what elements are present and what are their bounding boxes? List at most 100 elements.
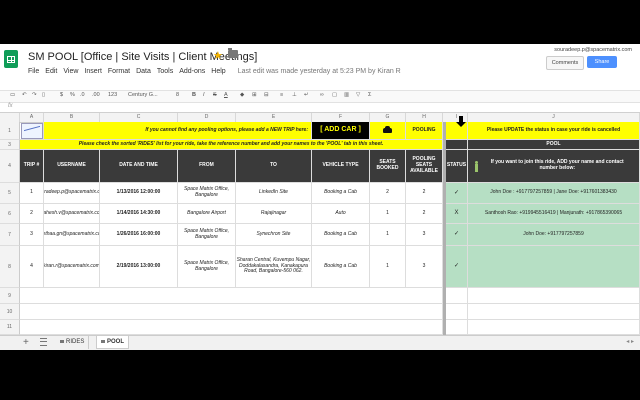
table-cell-trip[interactable]: 2	[20, 204, 44, 224]
merge-icon[interactable]: ⊟	[264, 92, 269, 98]
sheet-grid[interactable]: A B C D E F G H I J 1 If you cannot find…	[0, 113, 640, 335]
empty-pool-cell[interactable]	[468, 288, 640, 304]
select-all-corner[interactable]	[0, 113, 20, 122]
table-cell-from[interactable]: Bangalore Airport	[178, 204, 236, 224]
table-cell-trip[interactable]: 1	[20, 183, 44, 204]
status-dropdown[interactable]: ✓	[446, 224, 468, 246]
table-cell-to[interactable]: Sharan Central, Kuvempu Nagar, Doddakala…	[236, 246, 312, 288]
table-cell-datetime[interactable]: 2/19/2016 13:00:00	[100, 246, 178, 288]
table-cell-available[interactable]: 2	[406, 183, 443, 204]
table-cell-datetime[interactable]: 1/13/2016 12:00:00	[100, 183, 178, 204]
tab-pool[interactable]: POOL	[96, 336, 130, 349]
header-seats-available[interactable]: POOLING SEATS AVAILABLE	[406, 150, 443, 183]
table-cell-username[interactable]: reethaa.gn@spacematrix.com	[44, 224, 100, 246]
header-trip[interactable]: TRIP #	[20, 150, 44, 183]
empty-row[interactable]	[20, 320, 443, 335]
decrease-decimals-button[interactable]: .0	[80, 92, 85, 98]
comment-icon[interactable]: ▢	[332, 92, 337, 98]
menu-data[interactable]: Data	[136, 68, 151, 75]
star-icon[interactable]: ★	[213, 49, 223, 62]
pool-members-cell[interactable]: John Doe : +917797257859 | Jane Doe: +91…	[468, 183, 640, 204]
pool-members-cell[interactable]: Santhosh Rao: +919945516419 | Manjunath:…	[468, 204, 640, 224]
table-cell-booked[interactable]: 2	[370, 183, 406, 204]
folder-icon[interactable]	[228, 48, 238, 58]
share-button[interactable]: Share	[587, 56, 617, 68]
formula-bar[interactable]: fx	[0, 103, 640, 113]
frozen-column-divider[interactable]	[443, 122, 446, 335]
row-header-11[interactable]: 11	[0, 320, 20, 335]
filter-icon[interactable]: ▽	[356, 92, 360, 98]
header-username[interactable]: USERNAME	[44, 150, 100, 183]
percent-button[interactable]: %	[70, 92, 75, 98]
table-cell-vehicle[interactable]: Booking a Cab	[312, 224, 370, 246]
comments-button[interactable]: Comments	[546, 56, 584, 70]
menu-view[interactable]: View	[63, 68, 78, 75]
row-header-9[interactable]: 9	[0, 288, 20, 304]
scroll-tabs-icon[interactable]: ◂ ▸	[626, 338, 634, 345]
italic-button[interactable]: I	[203, 92, 205, 98]
column-header-e[interactable]: E	[236, 113, 312, 122]
column-header-g[interactable]: G	[370, 113, 406, 122]
table-cell-from[interactable]: Space Matrix Office, Bangalore	[178, 246, 236, 288]
table-cell-to[interactable]: Synechron Site	[236, 224, 312, 246]
row-header-1[interactable]: 1	[0, 122, 20, 140]
table-cell-available[interactable]: 2	[406, 204, 443, 224]
list-sheets-icon[interactable]	[40, 338, 47, 346]
strikethrough-button[interactable]: S	[213, 92, 217, 98]
menu-help[interactable]: Help	[211, 68, 225, 75]
table-cell-available[interactable]: 3	[406, 224, 443, 246]
table-cell-available[interactable]: 3	[406, 246, 443, 288]
table-cell-vehicle[interactable]: Booking a Cab	[312, 183, 370, 204]
user-email[interactable]: souradeep.p@spacematrix.com	[554, 47, 632, 53]
add-car-link[interactable]: [ ADD CAR ]	[312, 122, 370, 140]
column-header-h[interactable]: H	[406, 113, 443, 122]
header-seats-booked[interactable]: SEATS BOOKED	[370, 150, 406, 183]
table-cell-username[interactable]: kiran.r@spacematrix.com	[44, 246, 100, 288]
table-cell-booked[interactable]: 1	[370, 224, 406, 246]
menu-file[interactable]: File	[28, 68, 39, 75]
undo-icon[interactable]: ↶	[22, 92, 27, 98]
text-color-button[interactable]: A	[224, 92, 228, 98]
print-icon[interactable]: ▭	[10, 92, 15, 98]
row-header-6[interactable]: 6	[0, 204, 20, 224]
font-select[interactable]: Century G...	[128, 92, 158, 98]
table-cell-booked[interactable]: 1	[370, 246, 406, 288]
align-icon[interactable]: ≡	[280, 92, 283, 98]
row-header-4[interactable]: 4	[0, 150, 20, 183]
column-header-a[interactable]: A	[20, 113, 44, 122]
tab-rides[interactable]: RIDES	[56, 336, 90, 349]
empty-status-cell[interactable]	[446, 288, 468, 304]
table-cell-to[interactable]: Rajajinagar	[236, 204, 312, 224]
link-icon[interactable]: ∞	[320, 92, 324, 98]
empty-status-cell[interactable]	[446, 320, 468, 335]
table-cell-username[interactable]: souradeep.p@spacematrix.com	[44, 183, 100, 204]
sheets-logo-icon[interactable]	[4, 50, 18, 68]
empty-pool-cell[interactable]	[468, 304, 640, 320]
font-size-select[interactable]: 8	[176, 92, 179, 98]
menu-insert[interactable]: Insert	[84, 68, 102, 75]
table-cell-vehicle[interactable]: Booking a Cab	[312, 246, 370, 288]
fill-color-icon[interactable]: ◆	[240, 92, 244, 98]
column-header-b[interactable]: B	[44, 113, 100, 122]
table-cell-from[interactable]: Space Matrix Office, Bangalore	[178, 224, 236, 246]
row-header-8[interactable]: 8	[0, 246, 20, 288]
status-dropdown[interactable]: ✓	[446, 183, 468, 204]
column-header-c[interactable]: C	[100, 113, 178, 122]
table-cell-trip[interactable]: 3	[20, 224, 44, 246]
column-header-d[interactable]: D	[178, 113, 236, 122]
status-dropdown[interactable]: ✓	[446, 246, 468, 288]
chart-icon[interactable]: ▥	[344, 92, 349, 98]
menu-format[interactable]: Format	[108, 68, 130, 75]
last-edit-note[interactable]: Last edit was made yesterday at 5:23 PM …	[238, 68, 401, 75]
column-header-i[interactable]: I	[446, 113, 468, 122]
table-cell-datetime[interactable]: 1/26/2016 16:00:00	[100, 224, 178, 246]
functions-icon[interactable]: Σ	[368, 92, 371, 98]
header-to[interactable]: TO	[236, 150, 312, 183]
borders-icon[interactable]: ⊞	[252, 92, 257, 98]
header-from[interactable]: FROM	[178, 150, 236, 183]
table-cell-booked[interactable]: 1	[370, 204, 406, 224]
status-dropdown[interactable]: X	[446, 204, 468, 224]
table-cell-trip[interactable]: 4	[20, 246, 44, 288]
table-cell-vehicle[interactable]: Auto	[312, 204, 370, 224]
table-cell-from[interactable]: Space Matrix Office, Bangalore	[178, 183, 236, 204]
